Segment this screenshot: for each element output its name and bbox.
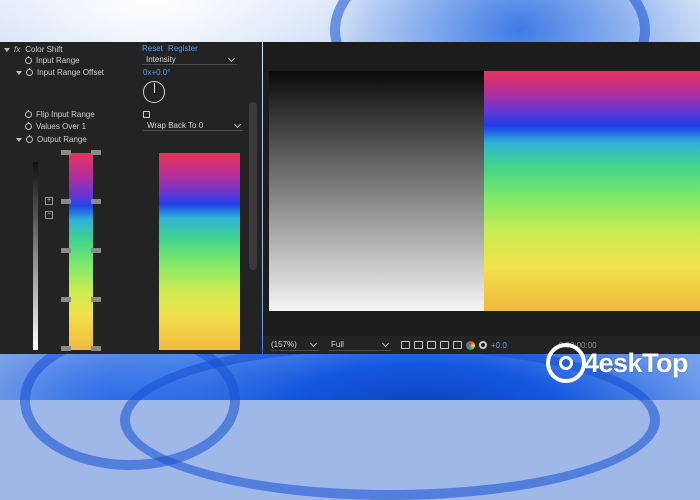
transparency-grid-icon[interactable] bbox=[414, 341, 423, 349]
output-range-row[interactable]: Output Range bbox=[16, 134, 87, 145]
grayscale-layer bbox=[269, 71, 484, 311]
safe-margins-icon[interactable] bbox=[453, 341, 462, 349]
flip-input-range-label: Flip Input Range bbox=[36, 110, 95, 119]
gradient-stop-handle[interactable] bbox=[91, 346, 101, 351]
stopwatch-icon[interactable] bbox=[26, 135, 33, 143]
gradient-stop-handle[interactable] bbox=[61, 346, 71, 351]
grayscale-strip bbox=[33, 162, 38, 350]
input-range-offset-label: Input Range Offset bbox=[37, 68, 105, 77]
output-range-label: Output Range bbox=[37, 135, 87, 144]
gradient-stop-handle[interactable] bbox=[91, 199, 101, 204]
exposure-value[interactable]: +0.0 bbox=[491, 341, 507, 350]
fast-previews-icon[interactable] bbox=[401, 341, 410, 349]
twirl-down-icon[interactable] bbox=[4, 47, 10, 52]
flip-input-range-checkbox[interactable] bbox=[143, 111, 150, 118]
reset-link[interactable]: Reset bbox=[142, 44, 163, 53]
gradient-stop-handle[interactable] bbox=[61, 248, 71, 253]
resolution-value: Full bbox=[331, 340, 344, 349]
stopwatch-icon[interactable] bbox=[26, 68, 33, 76]
stopwatch-icon[interactable] bbox=[25, 110, 32, 118]
gradient-stop-handle[interactable] bbox=[61, 199, 71, 204]
gradient-stop-handle[interactable] bbox=[61, 297, 71, 302]
add-stop-button[interactable]: + bbox=[45, 197, 53, 205]
watermark-logo-icon bbox=[546, 343, 586, 383]
values-over-1-row: Values Over 1 bbox=[25, 121, 86, 132]
remove-stop-button[interactable]: − bbox=[45, 211, 53, 219]
effect-name: Color Shift bbox=[25, 45, 63, 54]
effect-header-row[interactable]: fx Color Shift bbox=[4, 44, 63, 55]
chevron-down-icon bbox=[381, 339, 390, 347]
stopwatch-icon[interactable] bbox=[25, 56, 32, 64]
twirl-down-icon[interactable] bbox=[16, 137, 22, 142]
fx-icon[interactable]: fx bbox=[14, 45, 20, 54]
output-range-preview bbox=[159, 153, 240, 350]
gradient-stop-handle[interactable] bbox=[91, 248, 101, 253]
values-over-1-dropdown[interactable]: Wrap Back To 0 bbox=[143, 120, 243, 131]
input-range-offset-row[interactable]: Input Range Offset bbox=[16, 67, 104, 78]
input-range-offset-value[interactable]: 0x+0.0° bbox=[143, 68, 170, 77]
chevron-down-icon bbox=[233, 120, 242, 128]
reset-exposure-icon[interactable] bbox=[479, 341, 487, 349]
mask-visibility-icon[interactable] bbox=[427, 341, 436, 349]
twirl-down-icon[interactable] bbox=[16, 70, 22, 75]
watermark: 4eskTop bbox=[546, 340, 696, 386]
zoom-value: (157%) bbox=[271, 340, 297, 349]
gradient-stop-handle[interactable] bbox=[91, 297, 101, 302]
chevron-down-icon bbox=[227, 54, 236, 62]
panel-scrollbar[interactable] bbox=[249, 102, 257, 270]
output-range-gradient-editor[interactable] bbox=[69, 153, 93, 350]
register-link[interactable]: Register bbox=[168, 44, 198, 53]
input-range-row: Input Range bbox=[25, 55, 80, 66]
color-shift-layer bbox=[484, 71, 700, 311]
chevron-down-icon bbox=[309, 339, 318, 347]
values-over-1-label: Values Over 1 bbox=[36, 122, 87, 131]
color-management-icon[interactable] bbox=[466, 340, 475, 350]
zoom-dropdown[interactable]: (157%) bbox=[271, 339, 319, 351]
region-of-interest-icon[interactable] bbox=[440, 341, 449, 349]
flip-input-range-row: Flip Input Range bbox=[25, 109, 95, 120]
gradient-stop-handle[interactable] bbox=[61, 150, 71, 155]
watermark-text: 4eskTop bbox=[584, 347, 689, 378]
angle-dial[interactable] bbox=[143, 81, 165, 103]
resolution-dropdown[interactable]: Full bbox=[329, 339, 391, 351]
input-range-value: Intensity bbox=[146, 55, 176, 64]
gradient-stop-handle[interactable] bbox=[91, 150, 101, 155]
input-range-label: Input Range bbox=[36, 56, 80, 65]
stopwatch-icon[interactable] bbox=[25, 122, 32, 130]
input-range-dropdown[interactable]: Intensity bbox=[142, 54, 237, 65]
composition-viewer: (157%) Full +0.0 0:00:00:00 bbox=[263, 42, 700, 354]
values-over-1-value: Wrap Back To 0 bbox=[147, 121, 204, 130]
effect-controls-panel: fx Color Shift Reset Register Input Rang… bbox=[0, 42, 262, 354]
